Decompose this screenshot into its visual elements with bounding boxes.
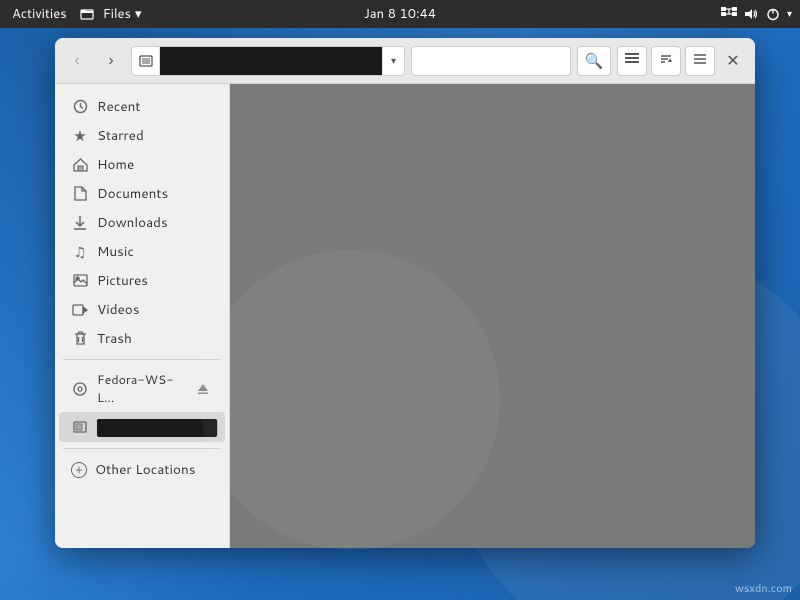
forward-button[interactable]: › xyxy=(97,47,125,75)
hamburger-icon xyxy=(693,52,707,69)
close-button[interactable]: ✕ xyxy=(719,47,747,75)
sidebar-item-pictures[interactable]: Pictures xyxy=(59,266,225,295)
videos-icon xyxy=(71,301,89,319)
sidebar-item-downloads[interactable]: Downloads xyxy=(59,208,225,237)
removable-eject-button[interactable] xyxy=(225,417,230,437)
network-icon xyxy=(721,6,737,22)
removable-icon xyxy=(71,418,89,436)
documents-icon xyxy=(71,185,89,203)
trash-icon xyxy=(71,330,89,348)
recent-icon xyxy=(71,98,89,116)
watermark: wsxdn.com xyxy=(735,580,792,596)
top-bar: Activities Files ▾ Jan 8 10:44 xyxy=(0,0,800,28)
other-locations-icon: + xyxy=(71,462,87,478)
fedora-label: Fedora-WS-L... xyxy=(97,371,185,407)
power-dropdown[interactable]: ▾ xyxy=(787,7,792,21)
location-drive-icon xyxy=(132,47,160,75)
close-icon: ✕ xyxy=(726,51,739,71)
menu-button[interactable] xyxy=(685,46,715,76)
main-content: Recent ★ Starred Home xyxy=(55,84,755,548)
starred-icon: ★ xyxy=(71,127,89,145)
sidebar-item-music[interactable]: ♫ Music xyxy=(59,237,225,266)
home-icon xyxy=(71,156,89,174)
location-dropdown-button[interactable]: ▾ xyxy=(382,47,404,75)
top-bar-right: ▾ xyxy=(721,6,792,22)
fedora-eject-button[interactable] xyxy=(193,379,213,399)
sidebar-item-removable[interactable]: ████████████ xyxy=(59,412,225,442)
file-manager-window: ‹ › ████████████ ▾ xyxy=(55,38,755,548)
downloads-label: Downloads xyxy=(97,213,168,232)
title-bar: ‹ › ████████████ ▾ xyxy=(55,38,755,84)
videos-label: Videos xyxy=(97,300,139,319)
path-breadcrumb xyxy=(411,46,571,76)
music-icon: ♫ xyxy=(71,243,89,261)
other-locations-label: Other Locations xyxy=(95,460,195,479)
top-bar-left: Activities Files ▾ xyxy=(8,3,142,25)
trash-label: Trash xyxy=(97,329,132,348)
sidebar-item-documents[interactable]: Documents xyxy=(59,179,225,208)
sidebar-item-other-locations[interactable]: + Other Locations xyxy=(59,455,225,484)
search-button[interactable]: 🔍 xyxy=(577,46,611,76)
sidebar-divider xyxy=(63,359,221,360)
search-icon: 🔍 xyxy=(585,52,604,70)
music-label: Music xyxy=(97,242,134,261)
sidebar-item-trash[interactable]: Trash xyxy=(59,324,225,353)
recent-label: Recent xyxy=(97,97,140,116)
starred-label: Starred xyxy=(97,126,144,145)
location-bar: ████████████ ▾ xyxy=(131,46,405,76)
home-label: Home xyxy=(97,155,134,174)
activities-button[interactable]: Activities xyxy=(8,3,71,25)
removable-label: ████████████ xyxy=(97,418,217,437)
sidebar-item-starred[interactable]: ★ Starred xyxy=(59,121,225,150)
files-menu-button[interactable]: Files ▾ xyxy=(103,5,142,23)
pictures-label: Pictures xyxy=(97,271,148,290)
list-view-icon xyxy=(625,52,639,69)
sidebar-item-fedora[interactable]: Fedora-WS-L... xyxy=(59,366,225,412)
back-button[interactable]: ‹ xyxy=(63,47,91,75)
sort-button[interactable] xyxy=(651,46,681,76)
power-icon xyxy=(765,6,781,22)
sort-icon xyxy=(659,52,673,69)
desktop: Activities Files ▾ Jan 8 10:44 xyxy=(0,0,800,600)
pictures-icon xyxy=(71,272,89,290)
toolbar-right: ✕ xyxy=(617,46,747,76)
sidebar: Recent ★ Starred Home xyxy=(55,84,230,548)
files-area[interactable] xyxy=(230,84,755,548)
sidebar-item-videos[interactable]: Videos xyxy=(59,295,225,324)
files-icon xyxy=(79,6,95,22)
sidebar-divider-2 xyxy=(63,448,221,449)
location-text[interactable]: ████████████ xyxy=(160,47,382,75)
view-toggle-button[interactable] xyxy=(617,46,647,76)
documents-label: Documents xyxy=(97,184,168,203)
top-bar-clock: Jan 8 10:44 xyxy=(364,5,436,23)
volume-icon xyxy=(743,6,759,22)
fedora-icon xyxy=(71,380,89,398)
sidebar-item-home[interactable]: Home xyxy=(59,150,225,179)
downloads-icon xyxy=(71,214,89,232)
sidebar-item-recent[interactable]: Recent xyxy=(59,92,225,121)
